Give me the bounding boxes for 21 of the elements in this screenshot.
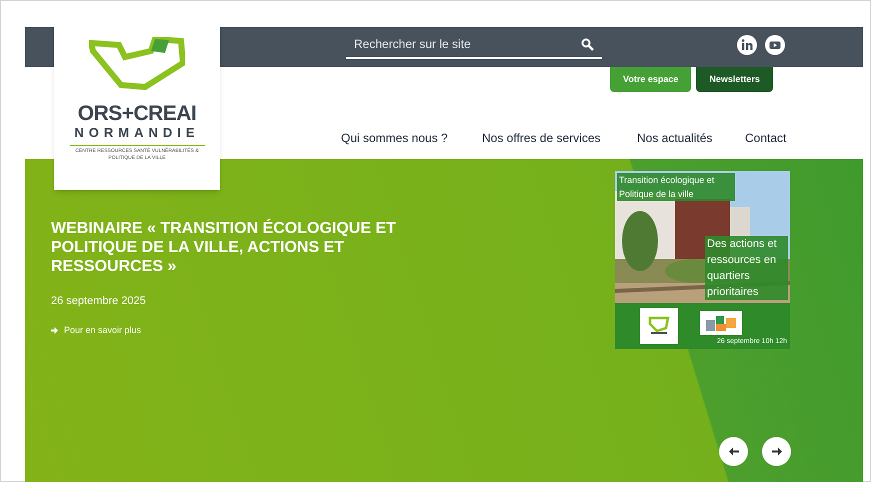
nav-link[interactable]: Nos offres de services <box>482 129 637 147</box>
hero-date: 26 septembre 2025 <box>51 294 147 309</box>
search-icon[interactable] <box>581 38 594 51</box>
blocks-icon <box>704 314 738 332</box>
linkedin-icon[interactable] <box>736 34 758 56</box>
logo-icon <box>647 316 671 336</box>
right-arrow-icon <box>772 447 782 456</box>
nav-link[interactable]: Qui sommes nous ? <box>341 129 482 147</box>
logo-title: ORS+CREAI <box>78 103 196 125</box>
left-arrow-icon <box>728 447 738 456</box>
search-field[interactable]: Rechercher sur le site <box>346 31 602 59</box>
logo-subtitle: NORMANDIE <box>74 125 200 141</box>
youtube-icon[interactable] <box>764 34 786 56</box>
nav-link[interactable]: Nos actualités <box>637 129 745 147</box>
logo-mark-icon <box>89 37 185 91</box>
nav-link[interactable]: Contact <box>745 129 786 147</box>
poster-heading: Transition écologique et Politique de la ville <box>617 173 735 201</box>
hero-title: WEBINAIRE « TRANSITION ÉCOLOGIQUE ET POLITIQUE DE LA VILLE, ACTIONS ET RESSOURCES » <box>51 219 397 276</box>
newsletter-button[interactable]: Newsletters <box>696 67 773 92</box>
poster-caption: Des actions et ressources en quartiers prioritaires <box>705 236 788 300</box>
arrow-icon <box>51 326 58 334</box>
